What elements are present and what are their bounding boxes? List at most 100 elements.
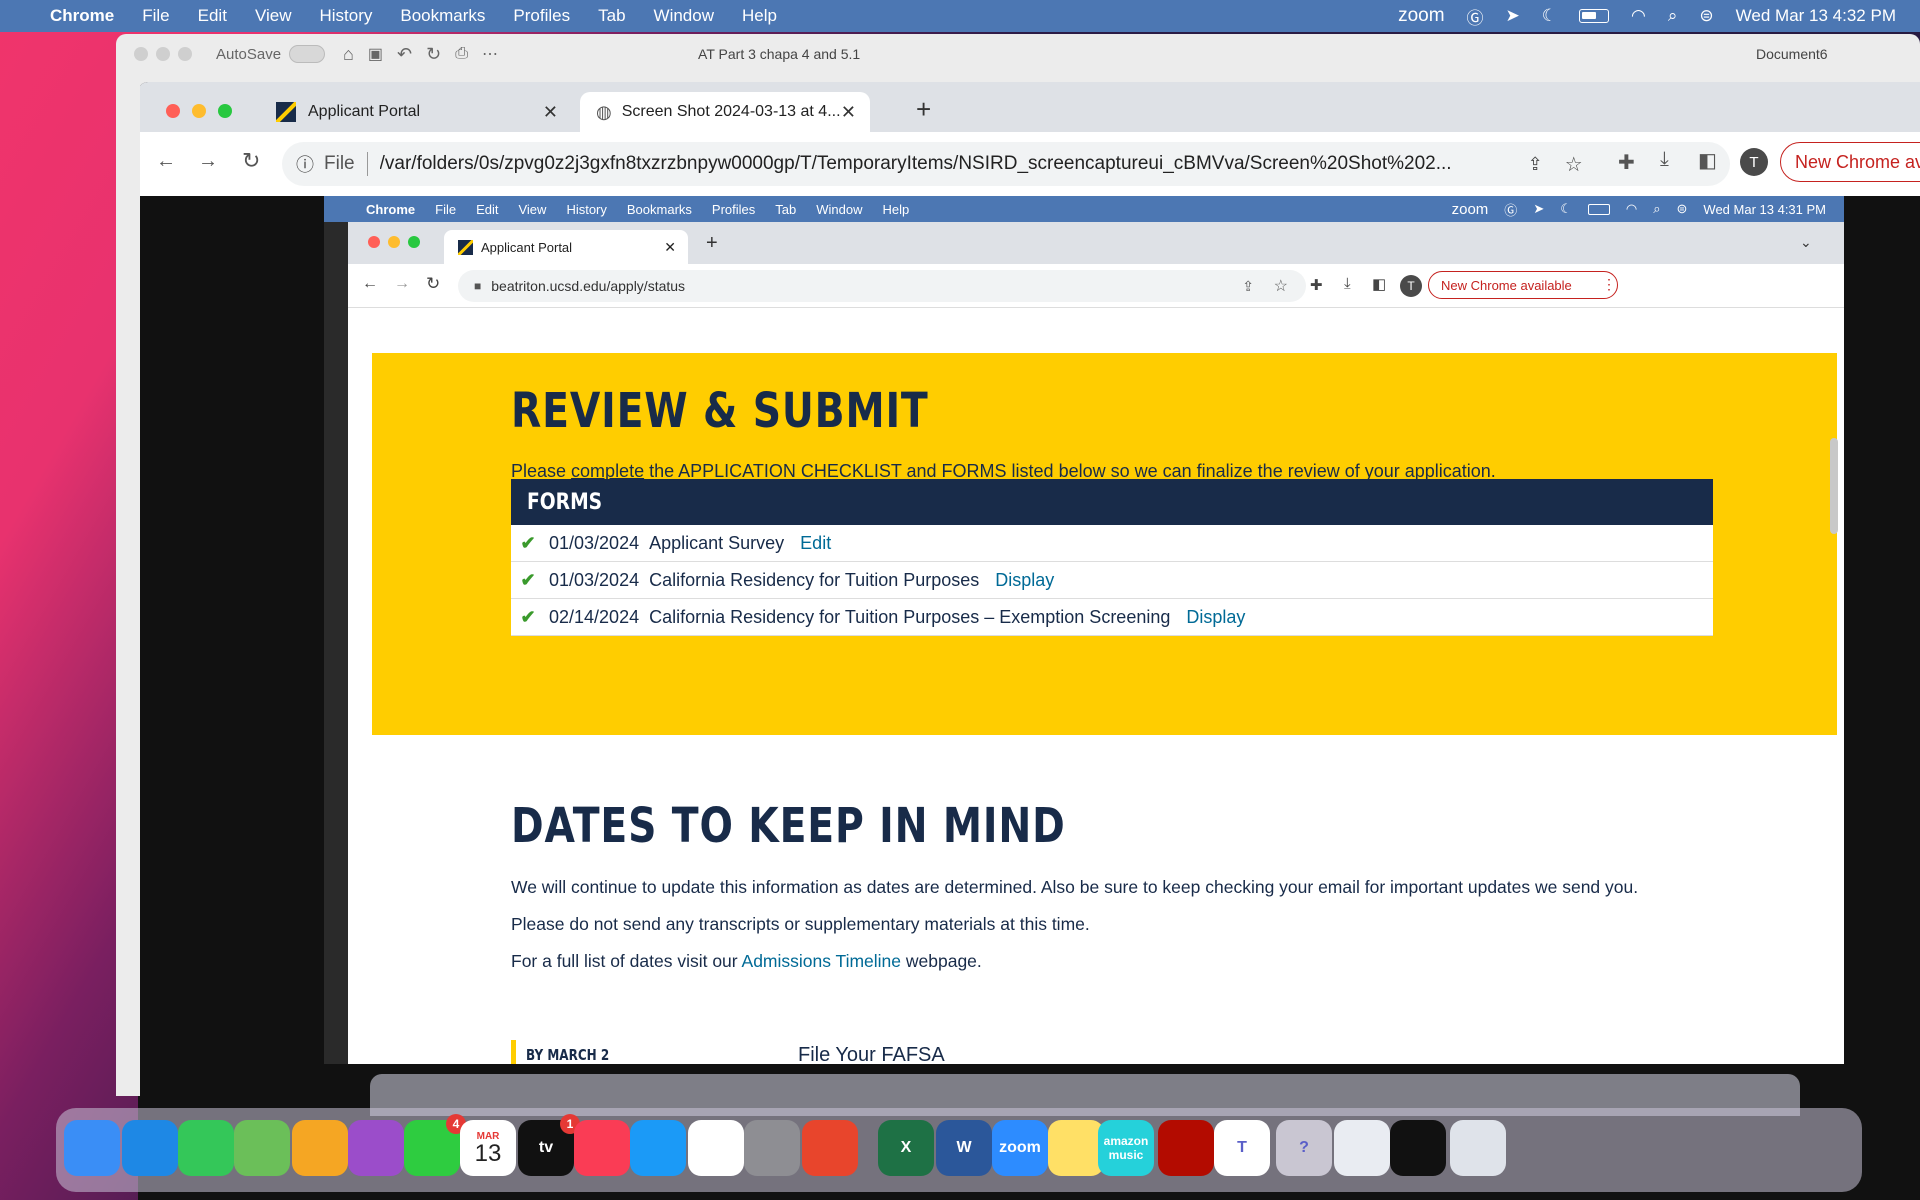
new-chrome-button[interactable]: New Chrome av bbox=[1780, 142, 1920, 182]
forward-icon[interactable]: → bbox=[198, 150, 218, 173]
undo-icon[interactable]: ↶ bbox=[397, 44, 412, 65]
screenshot-icon[interactable] bbox=[1390, 1120, 1446, 1176]
app-store-icon[interactable] bbox=[630, 1120, 686, 1176]
profile-avatar[interactable]: T bbox=[1740, 148, 1768, 176]
menu-help[interactable]: Help bbox=[742, 6, 777, 26]
form-date: 01/03/2024 bbox=[549, 532, 640, 553]
zoom-status-label[interactable]: zoom bbox=[1398, 5, 1444, 27]
tab-close-icon[interactable]: ✕ bbox=[841, 102, 856, 123]
form-name: California Residency for Tuition Purpose… bbox=[649, 606, 1171, 627]
complete-link[interactable]: complete bbox=[571, 461, 644, 481]
notes-icon[interactable] bbox=[1048, 1120, 1104, 1176]
menu-app-name[interactable]: Chrome bbox=[50, 6, 114, 26]
inner-menu-file: File bbox=[435, 201, 457, 217]
dock: 4 MAR 13 tv 1 X Wzoom amazon music T? bbox=[56, 1108, 1862, 1192]
excel-icon[interactable]: X bbox=[878, 1120, 934, 1176]
new-tab-button[interactable]: + bbox=[916, 94, 931, 125]
reload-icon[interactable]: ↻ bbox=[242, 148, 260, 174]
menu-bookmarks[interactable]: Bookmarks bbox=[400, 6, 485, 26]
inner-airdrop-icon: ➤ bbox=[1533, 201, 1545, 216]
share-icon[interactable]: ⇪ bbox=[1528, 154, 1543, 175]
calendar-icon[interactable]: MAR 13 bbox=[460, 1120, 516, 1176]
tab-applicant-portal[interactable]: Applicant Portal ✕ bbox=[260, 92, 572, 132]
menu-history[interactable]: History bbox=[319, 6, 372, 26]
inner-downloads-icon: ⤓ bbox=[1344, 275, 1351, 292]
maps-icon[interactable] bbox=[234, 1120, 290, 1176]
dates-p3-post: webpage. bbox=[901, 951, 982, 971]
word-minimize-dot[interactable] bbox=[156, 47, 170, 61]
inner-minimize-dot bbox=[388, 236, 400, 248]
date-item-label: BY MARCH 2 bbox=[526, 1046, 610, 1064]
form-name: Applicant Survey bbox=[649, 532, 785, 553]
inner-more-icon: ⋮ bbox=[1602, 276, 1616, 292]
word-icon[interactable]: W bbox=[936, 1120, 992, 1176]
grammarly-icon[interactable]: Ⓖ bbox=[1467, 4, 1484, 29]
menu-view[interactable]: View bbox=[255, 6, 292, 26]
zoom-icon[interactable]: zoom bbox=[992, 1120, 1048, 1176]
address-url[interactable]: /var/folders/0s/zpvg0z2j3gxfn8txzrzbnpyw… bbox=[380, 153, 1510, 175]
tv-icon[interactable]: tv 1 bbox=[518, 1114, 580, 1176]
window-minimize-button[interactable] bbox=[192, 104, 206, 118]
info-icon[interactable]: ⓘ bbox=[296, 151, 314, 177]
podcasts-icon[interactable] bbox=[348, 1120, 404, 1176]
home-icon[interactable]: ⌂ bbox=[343, 44, 354, 65]
preview-icon[interactable] bbox=[1334, 1120, 1390, 1176]
amazon-music-icon[interactable]: amazon music bbox=[1098, 1120, 1154, 1176]
window-close-button[interactable] bbox=[166, 104, 180, 118]
print-icon[interactable]: ⎙ bbox=[455, 45, 468, 63]
music-icon[interactable] bbox=[574, 1120, 630, 1176]
safari-icon[interactable] bbox=[122, 1120, 178, 1176]
downloads-icon[interactable]: ⤓ bbox=[1660, 148, 1669, 171]
autosave-toggle[interactable] bbox=[289, 45, 326, 63]
photos-icon[interactable] bbox=[292, 1120, 348, 1176]
battery-icon[interactable] bbox=[1579, 9, 1610, 23]
inner-tab-search-icon: ⌄ bbox=[1800, 234, 1812, 250]
chrome-icon[interactable] bbox=[688, 1120, 744, 1176]
inner-forward-icon: → bbox=[394, 275, 410, 292]
globe-icon: ◍ bbox=[596, 101, 612, 122]
address-separator bbox=[366, 152, 368, 176]
checkmark-icon: ✔ bbox=[520, 569, 536, 590]
form-display-link[interactable]: Display bbox=[995, 570, 1054, 591]
form-edit-link[interactable]: Edit bbox=[800, 533, 831, 554]
page-scrollbar-thumb[interactable] bbox=[1830, 438, 1838, 534]
side-panel-icon[interactable]: ◧ bbox=[1698, 148, 1717, 173]
help-icon[interactable]: ? bbox=[1276, 1120, 1332, 1176]
word-close-dot[interactable] bbox=[134, 47, 148, 61]
inner-menu-profiles: Profiles bbox=[711, 201, 756, 217]
menu-window[interactable]: Window bbox=[654, 6, 714, 26]
menu-clock[interactable]: Wed Mar 13 4:32 PM bbox=[1736, 6, 1896, 26]
messages-icon[interactable] bbox=[178, 1120, 234, 1176]
address-bar[interactable]: ⓘ File /var/folders/0s/zpvg0z2j3gxfn8txz… bbox=[282, 142, 1730, 186]
admissions-timeline-link[interactable]: Admissions Timeline bbox=[742, 951, 902, 971]
back-icon[interactable]: ← bbox=[156, 150, 176, 173]
focus-moon-icon[interactable]: ☾ bbox=[1542, 6, 1557, 26]
redo-icon[interactable]: ↻ bbox=[426, 44, 441, 65]
menu-file[interactable]: File bbox=[142, 6, 169, 26]
window-zoom-button[interactable] bbox=[218, 104, 232, 118]
wifi-icon[interactable]: ◠ bbox=[1631, 6, 1646, 26]
inner-tab-title: Applicant Portal bbox=[481, 239, 573, 255]
menu-edit[interactable]: Edit bbox=[198, 6, 227, 26]
teams-icon[interactable]: T bbox=[1214, 1120, 1270, 1176]
menu-tab[interactable]: Tab bbox=[598, 6, 625, 26]
control-center-icon[interactable]: ⊜ bbox=[1699, 6, 1713, 26]
bookmark-star-icon[interactable]: ☆ bbox=[1565, 152, 1583, 177]
finder-icon[interactable] bbox=[64, 1120, 120, 1176]
tab-close-icon[interactable]: ✕ bbox=[543, 102, 558, 123]
inner-moon-icon: ☾ bbox=[1560, 201, 1572, 216]
form-display-link[interactable]: Display bbox=[1186, 607, 1245, 628]
menu-profiles[interactable]: Profiles bbox=[513, 6, 570, 26]
save-icon[interactable]: ▣ bbox=[368, 44, 383, 64]
trash-icon[interactable] bbox=[1450, 1120, 1506, 1176]
tab-screen-shot[interactable]: ◍ Screen Shot 2024-03-13 at 4... ✕ bbox=[580, 92, 870, 132]
word-zoom-dot[interactable] bbox=[178, 47, 192, 61]
acrobat-icon[interactable] bbox=[1158, 1120, 1214, 1176]
more-icon[interactable]: ⋯ bbox=[482, 44, 498, 64]
spotlight-search-icon[interactable]: ⌕ bbox=[1668, 6, 1678, 26]
airdrop-icon[interactable]: ➤ bbox=[1506, 6, 1520, 26]
facetime-icon[interactable]: 4 bbox=[404, 1114, 466, 1176]
remote-desktop-icon[interactable] bbox=[802, 1120, 858, 1176]
system-preferences-icon[interactable] bbox=[744, 1120, 800, 1176]
extensions-icon[interactable]: ✚ bbox=[1618, 150, 1635, 175]
